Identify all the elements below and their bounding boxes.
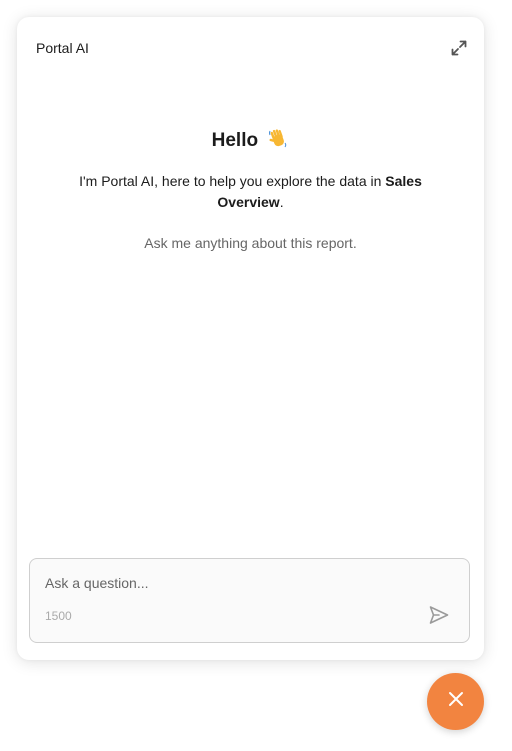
close-chat-button[interactable] xyxy=(427,673,484,730)
question-composer: 1500 xyxy=(29,558,470,643)
greeting-text: Hello xyxy=(211,130,259,152)
intro-prefix: I'm Portal AI, here to help you explore … xyxy=(79,173,386,189)
send-icon[interactable] xyxy=(428,604,450,626)
chat-title: Portal AI xyxy=(36,40,89,56)
greeting-heading: Hello xyxy=(17,127,484,155)
chat-header: Portal AI xyxy=(17,17,484,81)
question-input[interactable] xyxy=(45,575,445,597)
close-icon xyxy=(447,690,465,713)
expand-icon[interactable] xyxy=(450,39,468,57)
chat-panel: Portal AI Hello I'm Portal AI, here to h… xyxy=(17,17,484,660)
intro-suffix: . xyxy=(279,194,284,210)
waving-hand-icon xyxy=(267,127,289,155)
char-limit-counter: 1500 xyxy=(45,609,72,623)
hint-text: Ask me anything about this report. xyxy=(144,235,357,251)
intro-text: I'm Portal AI, here to help you explore … xyxy=(67,171,434,213)
